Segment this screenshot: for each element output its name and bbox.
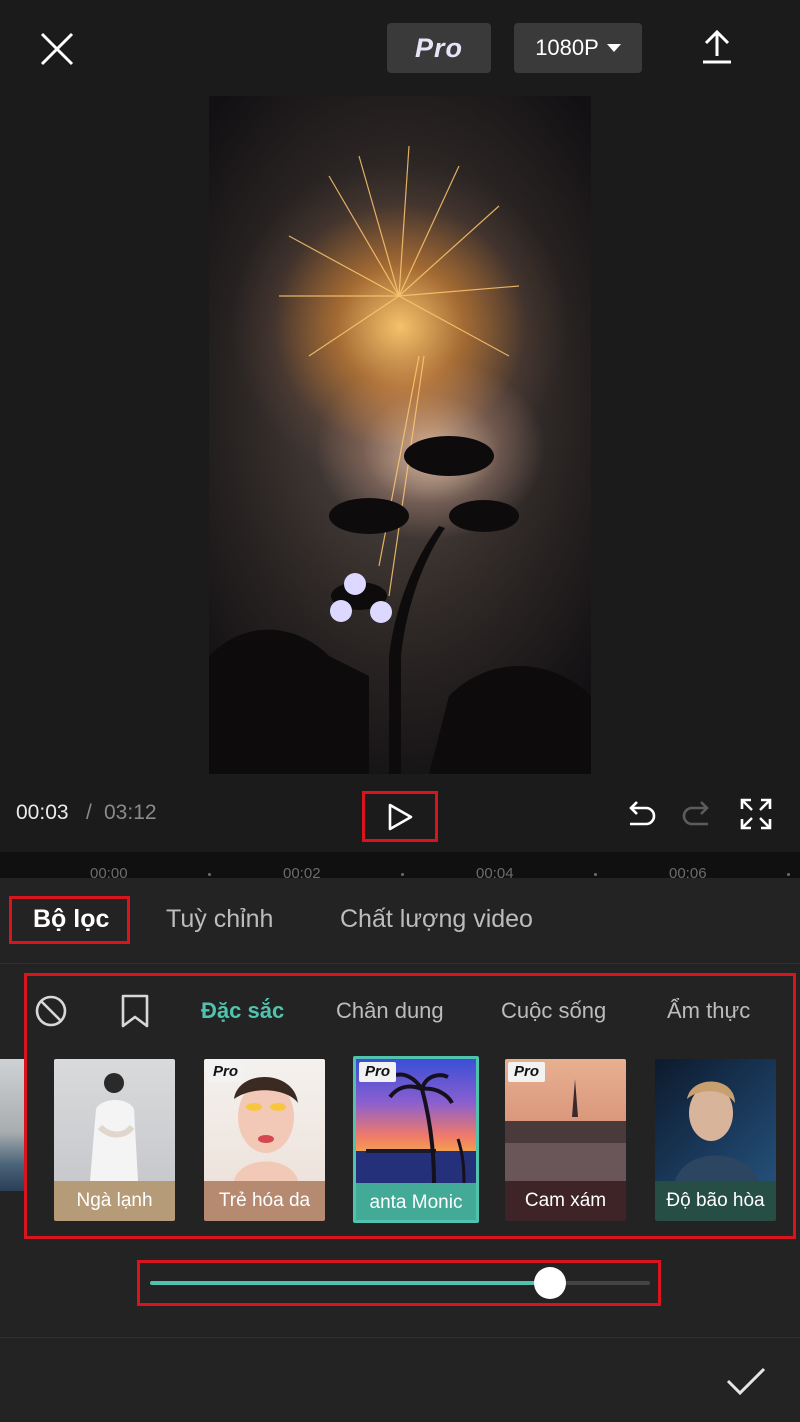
ruler-dot xyxy=(787,873,790,876)
filter-panel: Bộ lọc Tuỳ chỉnh Chất lượng video Đặc sắ… xyxy=(0,878,800,1422)
filter-item[interactable]: Cam xám Pro xyxy=(505,1059,626,1221)
ruler-tick: 00:04 xyxy=(476,865,514,878)
fullscreen-button[interactable] xyxy=(738,796,774,832)
upload-icon xyxy=(703,29,731,64)
filter-preview-image xyxy=(655,1059,776,1181)
no-filter-button[interactable] xyxy=(34,994,68,1028)
intensity-slider-fill xyxy=(150,1281,550,1285)
ruler-tick: 00:06 xyxy=(669,865,707,878)
total-time: 03:12 xyxy=(104,801,157,824)
filter-label: Độ bão hòa xyxy=(655,1181,776,1221)
time-separator: / xyxy=(86,801,92,824)
playback-controls: 00:03 / 03:12 xyxy=(0,774,800,854)
current-time: 00:03 xyxy=(16,801,69,824)
filter-item[interactable]: Độ bão hòa xyxy=(655,1059,776,1221)
portrait-figure xyxy=(90,1073,138,1181)
fullscreen-icon xyxy=(740,798,772,830)
bookmark-icon xyxy=(121,994,149,1028)
tab-video-quality[interactable]: Chất lượng video xyxy=(340,905,533,934)
category-featured[interactable]: Đặc sắc xyxy=(201,998,284,1024)
category-portrait[interactable]: Chân dung xyxy=(336,998,444,1024)
caret-down-icon xyxy=(606,44,621,52)
close-button[interactable] xyxy=(34,26,80,72)
filter-thumb-partial[interactable] xyxy=(0,1059,24,1191)
filter-item[interactable]: Ngà lạnh xyxy=(54,1059,175,1221)
filter-label: anta Monic xyxy=(356,1183,476,1220)
portrait-figure xyxy=(675,1081,759,1181)
play-icon xyxy=(388,803,413,830)
ruler-tick: 00:02 xyxy=(283,865,321,878)
undo-button[interactable] xyxy=(622,796,658,832)
close-icon xyxy=(40,32,74,66)
redo-icon xyxy=(682,801,709,826)
intensity-slider[interactable] xyxy=(150,1267,650,1299)
ruler-dot xyxy=(401,873,404,876)
confirm-button[interactable] xyxy=(724,1359,768,1403)
bottom-bar xyxy=(0,1337,800,1422)
pro-badge: Pro xyxy=(359,1062,397,1082)
ruler-dot xyxy=(594,873,597,876)
pro-badge[interactable]: Pro xyxy=(387,23,491,73)
tab-filter[interactable]: Bộ lọc xyxy=(33,905,109,934)
saved-filters-button[interactable] xyxy=(120,993,150,1029)
play-button[interactable] xyxy=(362,791,438,842)
ruler-tick: 00:00 xyxy=(90,865,128,878)
tab-adjust[interactable]: Tuỳ chỉnh xyxy=(166,905,273,934)
fireworks-scene xyxy=(209,145,591,774)
filter-preview-image xyxy=(54,1059,175,1181)
filter-label: Cam xám xyxy=(505,1181,626,1221)
filter-label: Ngà lạnh xyxy=(54,1181,175,1221)
export-button[interactable] xyxy=(694,24,740,70)
prohibited-icon xyxy=(35,995,67,1027)
top-bar: Pro 1080P xyxy=(0,0,800,96)
redo-button[interactable] xyxy=(680,796,716,832)
video-preview[interactable] xyxy=(209,96,591,774)
timeline-ruler[interactable]: 00:00 00:02 00:04 00:06 xyxy=(0,852,800,878)
filter-item-selected[interactable]: anta Monic Pro xyxy=(353,1056,479,1223)
intensity-slider-thumb[interactable] xyxy=(534,1267,566,1299)
panel-tabs: Bộ lọc Tuỳ chỉnh Chất lượng video xyxy=(0,878,800,964)
filter-label: Trẻ hóa da xyxy=(204,1181,325,1221)
ruler-dot xyxy=(208,873,211,876)
checkmark-icon xyxy=(726,1367,766,1396)
category-food[interactable]: Ẩm thực xyxy=(667,998,750,1024)
filter-item[interactable]: Trẻ hóa da Pro xyxy=(204,1059,325,1221)
category-life[interactable]: Cuộc sống xyxy=(501,998,606,1024)
pro-badge: Pro xyxy=(207,1062,245,1082)
resolution-dropdown[interactable]: 1080P xyxy=(514,23,642,73)
pro-badge: Pro xyxy=(508,1062,546,1082)
undo-icon xyxy=(629,801,656,826)
resolution-value: 1080P xyxy=(535,35,599,60)
